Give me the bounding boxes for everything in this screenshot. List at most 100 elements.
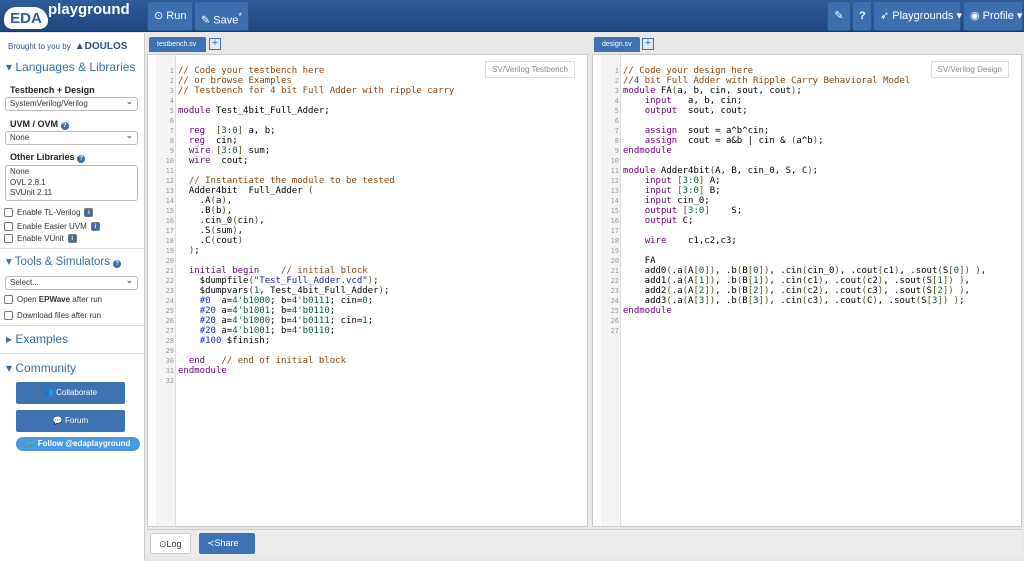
edit-icon[interactable]: ✎ <box>827 1 851 31</box>
code-line: // Instantiate the module to be tested <box>188 176 395 186</box>
divider <box>0 248 145 249</box>
comment-icon: 💬 <box>52 416 63 425</box>
code-line: module FA(a, b, cin, sout, cout); <box>623 86 802 96</box>
code-area[interactable]: 1 // Code your testbench here 2 // or brows… <box>156 66 455 386</box>
code-line: .S(sum), <box>178 226 244 236</box>
code-row: 9 wire [3:0] sum; <box>156 146 454 156</box>
line-number: 9 <box>169 147 174 155</box>
code-line: .C(cout) <box>178 236 244 246</box>
add-file-icon[interactable]: + <box>642 38 654 50</box>
download-files-checkbox[interactable]: Download files after run <box>4 311 101 320</box>
library-option[interactable]: None <box>10 167 133 178</box>
code-line: $dumpvars(1, Test_4bit_Full_Adder); <box>178 286 390 296</box>
user-icon: ◉ <box>970 10 980 22</box>
line-number: 28 <box>165 337 174 345</box>
share-button[interactable]: ≺Share <box>199 533 255 554</box>
eda-playground-logo[interactable]: EDA playground <box>4 1 142 30</box>
examples-section-toggle[interactable]: ▸ Examples <box>6 332 68 346</box>
line-number: 21 <box>165 267 174 275</box>
forum-button[interactable]: 💬 Forum <box>16 410 125 432</box>
run-button[interactable]: ⊙ Run <box>147 1 194 31</box>
code-row: 1 // Code your design here <box>601 66 986 76</box>
doulos-logo[interactable]: ▲DOULOS <box>75 41 128 52</box>
line-number: 19 <box>165 247 174 255</box>
line-number: 3 <box>614 87 619 95</box>
line-number: 26 <box>165 317 174 325</box>
line-number: 1 <box>614 67 619 75</box>
code-line: add2(.a(A[2]), .b(B[2]), .cin(c2), .cout… <box>623 286 970 296</box>
info-icon[interactable]: i <box>90 222 100 231</box>
line-number: 5 <box>614 107 619 115</box>
code-row: 2 //4 bit Full Adder with Ripple Carry Be… <box>601 76 986 86</box>
line-number: 27 <box>610 327 619 335</box>
line-number: 8 <box>169 137 174 145</box>
code-row: 17 .S(sum), <box>156 226 454 236</box>
simulator-select[interactable]: Select... <box>5 274 138 290</box>
line-number: 6 <box>614 117 619 125</box>
log-label: Log <box>166 539 182 549</box>
code-row: 19 ); <box>156 246 454 256</box>
save-button[interactable]: ✎ Save* <box>194 1 249 31</box>
uvm-select[interactable]: None <box>5 129 138 145</box>
design-editor[interactable]: 1 // Code your design here 2 //4 bit Full A… <box>592 54 1022 527</box>
users-icon: 👥 <box>43 388 54 397</box>
tab-design[interactable]: design.sv <box>594 37 640 52</box>
language-select[interactable]: SystemVerilog/Verilog <box>5 95 138 111</box>
info-icon[interactable]: i <box>67 234 77 243</box>
code-line: endmodule <box>178 366 227 376</box>
bottom-bar: ⊙Log ≺Share <box>147 529 1022 556</box>
enable-tl-verilog-checkbox[interactable]: Enable TL-Verilog i <box>4 208 94 217</box>
design-pane: design.sv + 1 // Code your design here 2 //… <box>592 33 1022 527</box>
tools-section-toggle[interactable]: ▾ Tools & Simulators ? <box>6 254 122 268</box>
line-number: 7 <box>169 127 174 135</box>
community-section-toggle[interactable]: ▾ Community <box>6 361 76 375</box>
library-option[interactable]: SVUnit 2.11 <box>10 188 133 199</box>
log-button[interactable]: ⊙Log <box>150 533 191 554</box>
profile-label: Profile <box>982 10 1014 22</box>
checkbox-label: Enable Easier UVM <box>17 222 87 231</box>
profile-menu[interactable]: ◉ Profile ▾ <box>963 1 1023 31</box>
open-epwave-checkbox[interactable]: Open EPWave after run <box>4 295 102 304</box>
languages-section-toggle[interactable]: ▾ Languages & Libraries <box>6 60 135 74</box>
line-number: 32 <box>165 377 174 385</box>
code-line: output [3:0] S; <box>644 206 743 216</box>
code-row: 18 .C(cout) <box>156 236 454 246</box>
enable-easier-uvm-checkbox[interactable]: Enable Easier UVM i <box>4 222 100 231</box>
brought-by: Brought to you by ▲DOULOS <box>8 41 127 52</box>
code-row: 15 output [3:0] S; <box>601 206 986 216</box>
collaborate-button[interactable]: 👥 Collaborate <box>16 382 125 404</box>
tab-testbench[interactable]: testbench.sv <box>149 37 206 52</box>
line-number: 29 <box>165 347 174 355</box>
uvm-label: UVM / OVM ? <box>10 119 69 130</box>
sidebar: Brought to you by ▲DOULOS ▾ Languages & L… <box>0 33 145 561</box>
help-icon[interactable]: ? <box>852 1 872 31</box>
code-row: 15 .B(b), <box>156 206 454 216</box>
code-line: add1(.a(A[1]), .b(B[1]), .cin(c1), .cout… <box>623 276 970 286</box>
other-libraries-text: Other Libraries <box>10 152 75 162</box>
playgrounds-menu[interactable]: ➶ Playgrounds ▾ <box>873 1 962 31</box>
code-area[interactable]: 1 // Code your design here 2 //4 bit Full A… <box>601 66 987 336</box>
info-icon[interactable]: i <box>84 208 94 217</box>
unsaved-marker: * <box>238 11 242 21</box>
twitter-follow-button[interactable]: 🐦 Follow @edaplayground <box>16 437 140 451</box>
code-row: 17 <box>601 226 986 236</box>
libraries-listbox[interactable]: None OVL 2.8.1 SVUnit 2.11 <box>5 165 138 201</box>
epwave-bold: EPWave <box>38 295 71 304</box>
help-icon[interactable]: ? <box>60 122 69 130</box>
help-icon[interactable]: ? <box>77 155 86 163</box>
code-row: 19 <box>601 246 986 256</box>
code-row: 26 <box>601 316 986 326</box>
enable-vunit-checkbox[interactable]: Enable VUnit i <box>4 234 77 243</box>
code-row: 25 endmodule <box>601 306 986 316</box>
library-option[interactable]: OVL 2.8.1 <box>10 178 133 189</box>
line-number: 27 <box>165 327 174 335</box>
code-line: #20 a=4'b1001; b=4'b0110; <box>199 306 336 316</box>
code-row: 13 input [3:0] B; <box>601 186 986 196</box>
code-line: output sout, cout; <box>644 106 748 116</box>
testbench-editor[interactable]: 1 // Code your testbench here 2 // or brows… <box>147 54 588 527</box>
code-line: input cin_0; <box>644 196 710 206</box>
line-number: 18 <box>165 237 174 245</box>
code-line: wire cout; <box>188 156 249 166</box>
add-file-icon[interactable]: + <box>209 38 221 50</box>
help-icon[interactable]: ? <box>113 260 122 268</box>
